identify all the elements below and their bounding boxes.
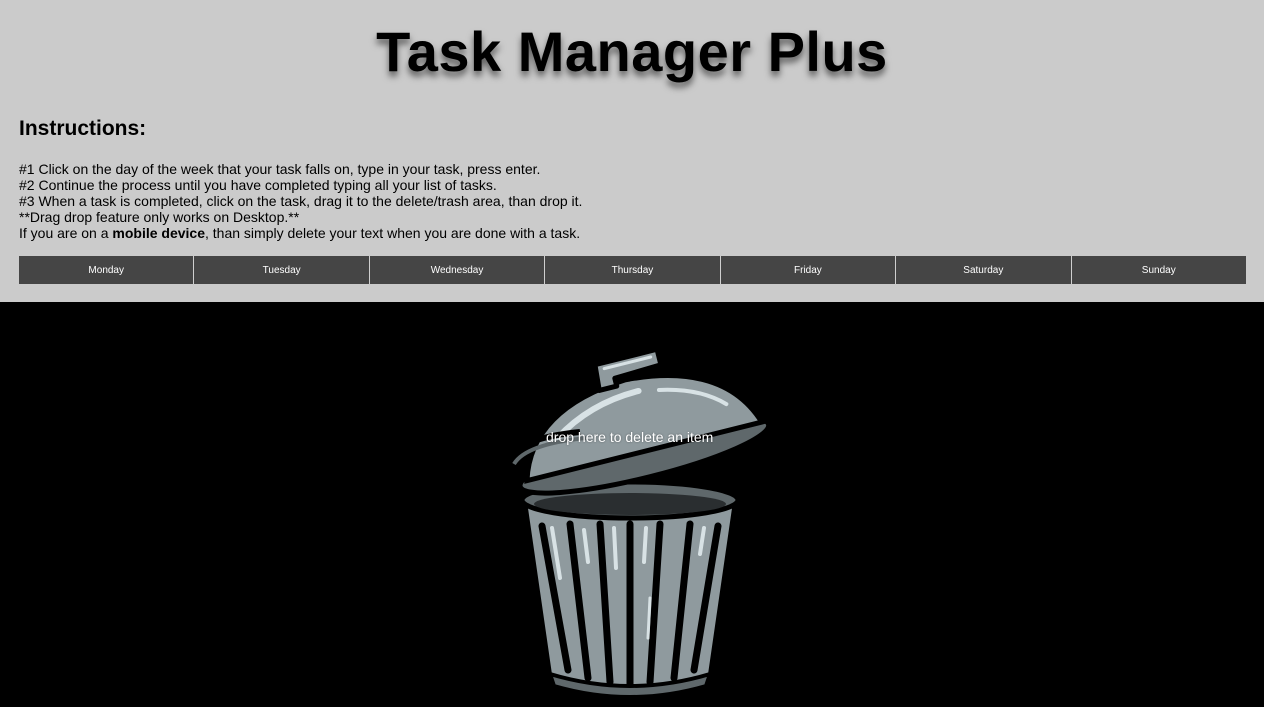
- day-tab-sunday[interactable]: Sunday: [1071, 256, 1246, 284]
- trash-drop-zone[interactable]: drop here to delete an item: [0, 302, 1264, 707]
- instruction-line-5-prefix: If you are on a: [19, 225, 113, 241]
- day-tab-thursday[interactable]: Thursday: [545, 256, 721, 284]
- instructions-heading: Instructions:: [19, 117, 147, 140]
- instruction-line-5-suffix: , than simply delete your text when you …: [205, 225, 581, 241]
- day-tab-saturday[interactable]: Saturday: [896, 256, 1072, 284]
- day-tab-wednesday[interactable]: Wednesday: [369, 256, 546, 284]
- instruction-line-2: #2 Continue the process until you have c…: [19, 177, 497, 193]
- instructions-text: #1 Click on the day of the week that you…: [19, 161, 582, 241]
- day-tab-tuesday[interactable]: Tuesday: [194, 256, 370, 284]
- instruction-line-5-bold: mobile device: [112, 225, 205, 241]
- instruction-line-5: If you are on a mobile device, than simp…: [19, 225, 582, 241]
- day-tabs: Monday Tuesday Wednesday Thursday Friday…: [19, 256, 1246, 284]
- drop-zone-label: drop here to delete an item: [546, 429, 714, 445]
- day-tab-friday[interactable]: Friday: [720, 256, 897, 284]
- instruction-line-1: #1 Click on the day of the week that you…: [19, 161, 541, 177]
- day-tab-monday[interactable]: Monday: [19, 256, 195, 284]
- header-section: Task Manager Plus Instructions: #1 Click…: [0, 0, 1264, 302]
- instruction-line-4: **Drag drop feature only works on Deskto…: [19, 209, 300, 225]
- page-title: Task Manager Plus: [376, 20, 888, 83]
- instruction-line-3: #3 When a task is completed, click on th…: [19, 193, 583, 209]
- trash-can-icon: [507, 348, 772, 698]
